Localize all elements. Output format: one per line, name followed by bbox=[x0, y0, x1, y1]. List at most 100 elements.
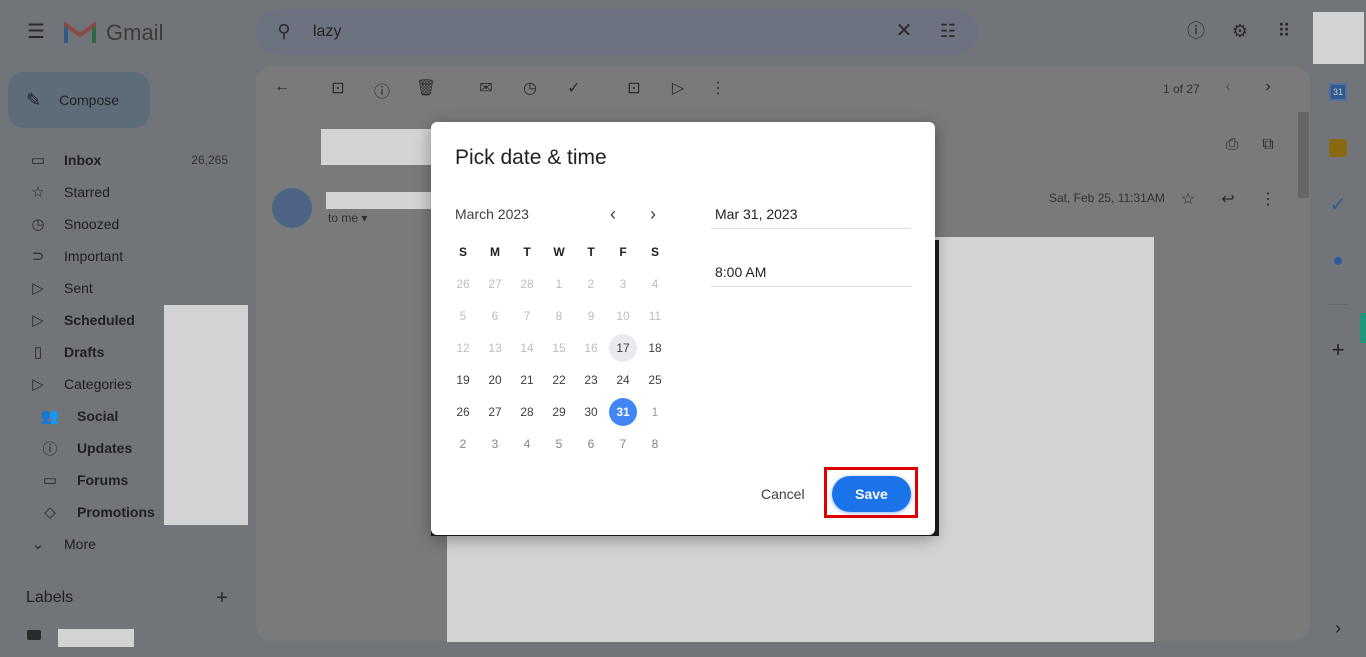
calendar-day[interactable]: 1 bbox=[639, 396, 671, 428]
day-number: 4 bbox=[523, 437, 531, 451]
calendar-day[interactable]: 31 bbox=[607, 396, 639, 428]
archive-icon[interactable]: ⊡ bbox=[326, 78, 350, 98]
day-number: 4 bbox=[651, 277, 659, 291]
tasks-app-icon[interactable]: ✓ bbox=[1322, 188, 1354, 220]
report-spam-icon[interactable]: ⓘ bbox=[370, 78, 394, 102]
sidebar-item-label: Starred bbox=[64, 184, 110, 200]
print-icon[interactable]: ⎙ bbox=[1220, 136, 1244, 154]
calendar-day: 9 bbox=[575, 300, 607, 332]
day-number: 3 bbox=[491, 437, 499, 451]
labels-icon[interactable]: ▷ bbox=[666, 78, 690, 98]
day-number: 26 bbox=[456, 277, 470, 291]
calendar-day: 6 bbox=[479, 300, 511, 332]
calendar-day[interactable]: 7 bbox=[607, 428, 639, 460]
sidebar-item-snoozed[interactable]: ◷ Snoozed bbox=[0, 208, 250, 240]
calendar-day[interactable]: 23 bbox=[575, 364, 607, 396]
sidebar-item-more[interactable]: ⌄ More bbox=[0, 528, 250, 560]
message-more-icon[interactable]: ⋮ bbox=[1256, 189, 1280, 209]
search-icon[interactable]: ⚲ bbox=[272, 21, 296, 41]
calendar-day[interactable]: 17 bbox=[607, 332, 639, 364]
calendar-day[interactable]: 28 bbox=[511, 396, 543, 428]
day-number: 8 bbox=[555, 309, 563, 323]
more-options-icon[interactable]: ⋮ bbox=[706, 78, 730, 98]
day-number: 17 bbox=[609, 334, 637, 362]
add-label-icon[interactable]: + bbox=[210, 588, 234, 608]
day-number: 31 bbox=[609, 398, 637, 426]
sidebar-item-sent[interactable]: ▷ Sent bbox=[0, 272, 250, 304]
open-new-window-icon[interactable]: ⧉ bbox=[1256, 136, 1280, 154]
snooze-icon[interactable]: ◷ bbox=[518, 78, 542, 98]
contacts-app-icon[interactable]: ● bbox=[1322, 244, 1354, 276]
day-number: 7 bbox=[523, 309, 531, 323]
clear-search-icon[interactable]: ✕ bbox=[892, 21, 916, 41]
day-number: 29 bbox=[552, 405, 566, 419]
calendar-day[interactable]: 26 bbox=[447, 396, 479, 428]
add-task-icon[interactable]: ✓ bbox=[562, 78, 586, 98]
reply-icon[interactable]: ↩ bbox=[1216, 189, 1240, 209]
date-field[interactable]: Mar 31, 2023 bbox=[711, 206, 911, 229]
search-bar[interactable]: ⚲ lazy ✕ ☷ bbox=[256, 9, 978, 55]
calendar-day[interactable]: 27 bbox=[479, 268, 511, 300]
apps-grid-icon[interactable]: ⠿ bbox=[1272, 21, 1296, 41]
previous-month-icon[interactable]: ‹ bbox=[601, 204, 625, 225]
main-menu-icon[interactable]: ☰ bbox=[24, 22, 48, 42]
mark-unread-icon[interactable]: ✉ bbox=[474, 78, 498, 98]
calendar-app-icon[interactable]: 31 bbox=[1322, 76, 1354, 108]
expand-panel-icon[interactable]: › bbox=[1322, 612, 1354, 644]
calendar-day[interactable]: 2 bbox=[447, 428, 479, 460]
calendar-day[interactable]: 6 bbox=[575, 428, 607, 460]
get-addons-icon[interactable]: + bbox=[1322, 334, 1354, 366]
search-input[interactable]: lazy bbox=[313, 23, 341, 41]
calendar-day[interactable]: 21 bbox=[511, 364, 543, 396]
pick-date-time-dialog: Pick date & time March 2023 ‹ › S M T W T F S 2… bbox=[431, 122, 935, 535]
calendar-day[interactable]: 22 bbox=[543, 364, 575, 396]
day-number: 21 bbox=[520, 373, 534, 387]
weekday-header: F bbox=[619, 245, 627, 259]
redacted-label[interactable] bbox=[58, 629, 134, 647]
settings-gear-icon[interactable]: ⚙ bbox=[1228, 21, 1252, 41]
older-icon[interactable]: › bbox=[1256, 78, 1280, 96]
day-number: 5 bbox=[555, 437, 563, 451]
calendar-day[interactable]: 19 bbox=[447, 364, 479, 396]
sidebar-item-important[interactable]: ⊃ Important bbox=[0, 240, 250, 272]
cancel-button[interactable]: Cancel bbox=[753, 482, 813, 506]
calendar-day[interactable]: 26 bbox=[447, 268, 479, 300]
day-number: 20 bbox=[488, 373, 502, 387]
calendar-day[interactable]: 20 bbox=[479, 364, 511, 396]
next-month-icon[interactable]: › bbox=[641, 204, 665, 225]
calendar-day[interactable]: 8 bbox=[639, 428, 671, 460]
back-icon[interactable]: ← bbox=[270, 78, 294, 96]
star-icon[interactable]: ☆ bbox=[1176, 189, 1200, 209]
delete-icon[interactable]: 🗑 bbox=[414, 78, 438, 98]
sidebar-item-starred[interactable]: ☆ Starred bbox=[0, 176, 250, 208]
calendar-day[interactable]: 24 bbox=[607, 364, 639, 396]
move-to-icon[interactable]: ⊡ bbox=[622, 78, 646, 98]
calendar-day[interactable]: 4 bbox=[511, 428, 543, 460]
calendar-day[interactable]: 25 bbox=[639, 364, 671, 396]
sidebar-item-label: More bbox=[64, 536, 96, 552]
sidebar-item-inbox[interactable]: ▭ Inbox 26,265 bbox=[0, 144, 250, 176]
calendar-day[interactable]: 18 bbox=[639, 332, 671, 364]
calendar-day[interactable]: 27 bbox=[479, 396, 511, 428]
day-number: 8 bbox=[651, 437, 659, 451]
time-field[interactable]: 8:00 AM bbox=[711, 264, 911, 287]
keep-app-icon[interactable] bbox=[1322, 132, 1354, 164]
compose-button[interactable]: ✎ Compose bbox=[8, 72, 150, 128]
recipient-toggle[interactable]: to me ▾ bbox=[328, 211, 367, 225]
calendar-day[interactable]: 3 bbox=[479, 428, 511, 460]
calendar-day[interactable]: 5 bbox=[543, 428, 575, 460]
calendar-day[interactable]: 29 bbox=[543, 396, 575, 428]
side-panel-tab[interactable] bbox=[1360, 313, 1366, 343]
day-number: 13 bbox=[488, 341, 502, 355]
help-icon[interactable]: ⓘ bbox=[1184, 21, 1208, 41]
calendar-day[interactable]: 30 bbox=[575, 396, 607, 428]
newer-icon[interactable]: ‹ bbox=[1216, 78, 1240, 96]
sidebar-item-label: Drafts bbox=[64, 344, 105, 360]
search-options-icon[interactable]: ☷ bbox=[936, 21, 960, 41]
calendar-day[interactable]: 28 bbox=[511, 268, 543, 300]
account-avatar[interactable] bbox=[1313, 12, 1364, 64]
save-button[interactable]: Save bbox=[832, 476, 911, 512]
sidebar-item-label: Scheduled bbox=[64, 312, 135, 328]
scrollbar[interactable] bbox=[1298, 112, 1309, 198]
day-number: 22 bbox=[552, 373, 566, 387]
